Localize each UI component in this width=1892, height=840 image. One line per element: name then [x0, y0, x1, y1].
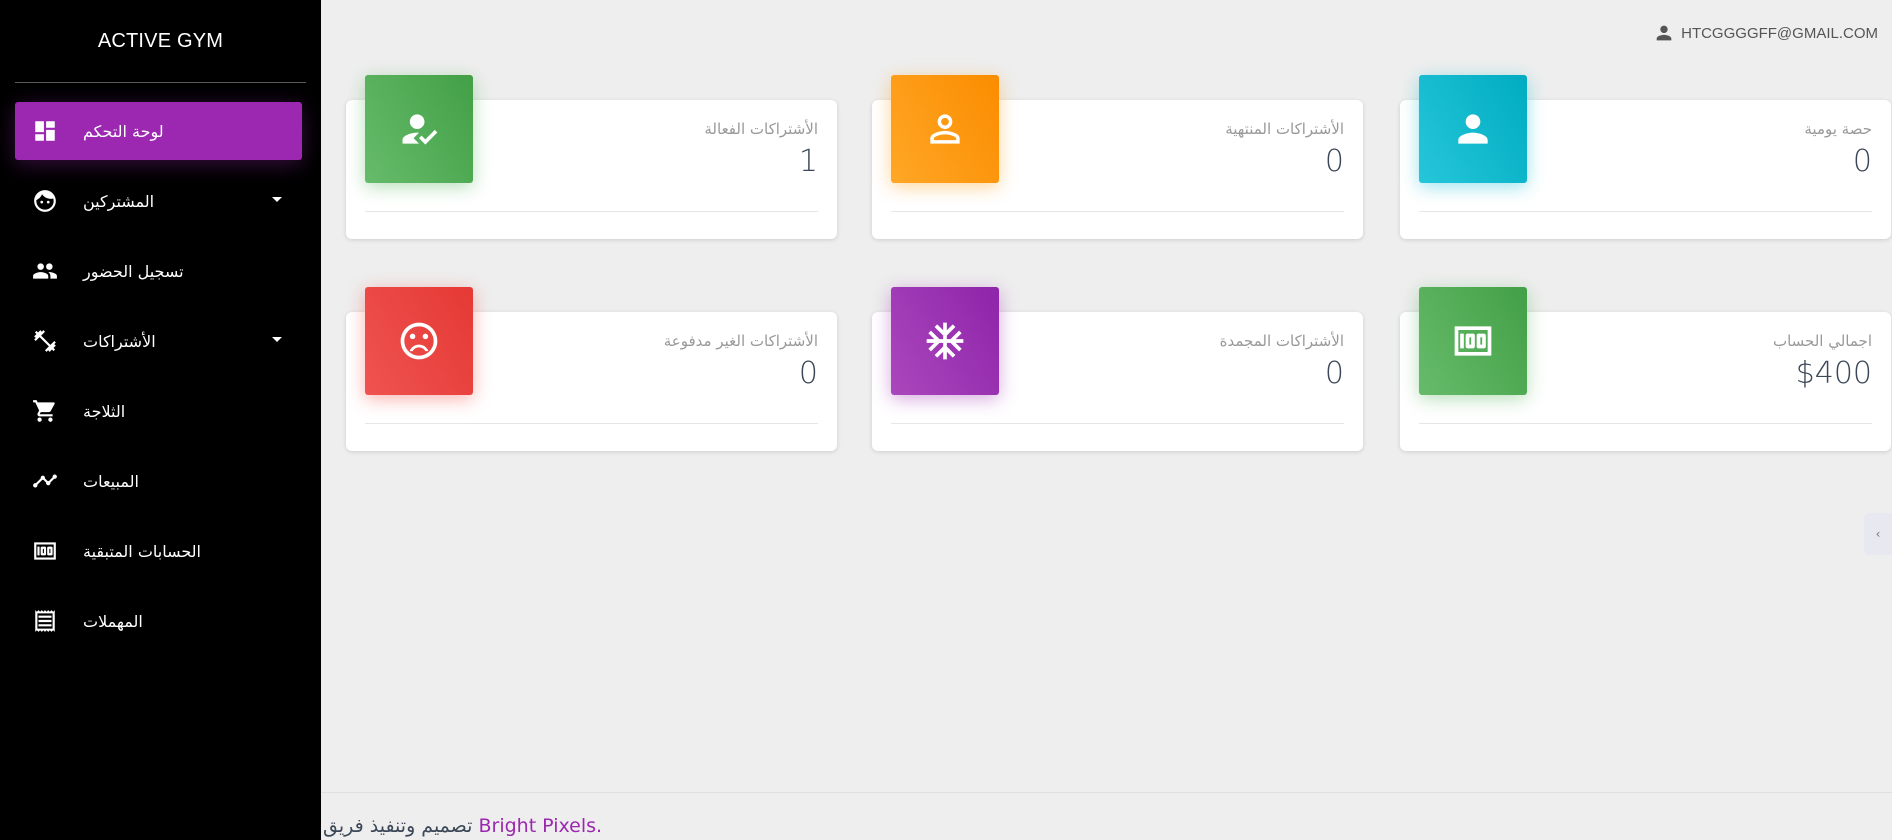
card-title: اجمالي الحساب: [1772, 332, 1872, 350]
card-title: الأشتراكات المنتهية: [1225, 120, 1344, 138]
sidebar-item-attendance[interactable]: تسجيل الحضور: [15, 242, 302, 300]
sidebar-item-label: المشتركين: [83, 191, 155, 211]
stat-card-frozen-subscriptions: الأشتراكات المجمدة 0: [872, 287, 1363, 451]
stat-card-unpaid-subscriptions: الأشتراكات الغير مدفوعة 0: [346, 287, 837, 451]
chevron-down-icon[interactable]: [272, 337, 282, 342]
chevron-down-icon[interactable]: [272, 197, 282, 202]
sidebar-item-sales[interactable]: المبيعات: [15, 452, 302, 510]
footer-brand-link[interactable]: Bright Pixels.: [478, 815, 602, 837]
money-icon: [1419, 287, 1527, 395]
dashboard-icon: [32, 118, 58, 144]
how-to-reg-icon: [365, 75, 473, 183]
card-divider: [365, 423, 818, 424]
stat-card-total-account: اجمالي الحساب $400: [1400, 287, 1891, 451]
user-email: HTCGGGGFF@GMAIL.COM: [1681, 24, 1878, 42]
sidebar-item-subscriptions[interactable]: الأشتراكات: [15, 312, 302, 370]
card-divider: [891, 423, 1344, 424]
footer-divider: [321, 792, 1892, 793]
card-divider: [891, 211, 1344, 212]
brand-logo[interactable]: ACTIVE GYM: [0, 0, 321, 82]
chevron-left-icon: ‹: [1875, 527, 1881, 541]
face-icon: [32, 188, 58, 214]
settings-toggle[interactable]: ‹: [1864, 513, 1892, 555]
footer-credit: تصميم وتنفيذ فريق Bright Pixels.: [323, 815, 602, 837]
user-menu[interactable]: HTCGGGGFF@GMAIL.COM: [1653, 22, 1878, 44]
sidebar-item-label: المهملات: [83, 611, 143, 631]
trending-icon: [32, 468, 58, 494]
sidebar: ACTIVE GYM لوحة التحكم المشتركين تسجيل ا…: [0, 0, 321, 840]
money-icon: [32, 538, 58, 564]
sidebar-item-trash[interactable]: المهملات: [15, 592, 302, 650]
sidebar-item-label: لوحة التحكم: [83, 121, 164, 141]
card-value: 0: [798, 356, 818, 391]
sidebar-item-remaining-accounts[interactable]: الحسابات المتبقية: [15, 522, 302, 580]
stat-card-active-subscriptions: الأشتراكات الفعالة 1: [346, 75, 837, 239]
receipt-icon: [32, 608, 58, 634]
card-divider: [365, 211, 818, 212]
brand-divider: [15, 82, 306, 83]
card-value: 0: [1324, 144, 1344, 179]
card-value: 0: [1852, 144, 1872, 179]
sidebar-item-fridge[interactable]: الثلاجة: [15, 382, 302, 440]
sad-face-icon: [365, 287, 473, 395]
sidebar-item-label: الثلاجة: [83, 401, 126, 421]
person-outline-icon: [891, 75, 999, 183]
people-icon: [32, 258, 58, 284]
card-value: 1: [798, 144, 818, 179]
stat-card-expired-subscriptions: الأشتراكات المنتهية 0: [872, 75, 1363, 239]
card-title: الأشتراكات المجمدة: [1219, 332, 1344, 350]
sidebar-item-members[interactable]: المشتركين: [15, 172, 302, 230]
person-icon: [1656, 25, 1672, 41]
sidebar-nav: لوحة التحكم المشتركين تسجيل الحضور الأشت…: [0, 102, 321, 650]
sidebar-item-label: المبيعات: [83, 471, 139, 491]
sidebar-item-dashboard[interactable]: لوحة التحكم: [15, 102, 302, 160]
sidebar-item-label: الأشتراكات: [83, 331, 156, 351]
card-title: الأشتراكات الغير مدفوعة: [663, 332, 818, 350]
card-title: الأشتراكات الفعالة: [704, 120, 818, 138]
card-title: حصة يومية: [1804, 120, 1872, 138]
card-value: $400: [1795, 356, 1872, 391]
stat-card-daily-session: حصة يومية 0: [1400, 75, 1891, 239]
card-divider: [1419, 211, 1872, 212]
sidebar-item-label: الحسابات المتبقية: [83, 541, 201, 561]
dumbbell-icon: [32, 328, 58, 354]
sidebar-item-label: تسجيل الحضور: [83, 261, 184, 281]
cart-icon: [32, 398, 58, 424]
footer-prefix: تصميم وتنفيذ فريق: [323, 815, 473, 837]
person-icon: [1419, 75, 1527, 183]
card-value: 0: [1324, 356, 1344, 391]
card-divider: [1419, 423, 1872, 424]
snowflake-icon: [891, 287, 999, 395]
